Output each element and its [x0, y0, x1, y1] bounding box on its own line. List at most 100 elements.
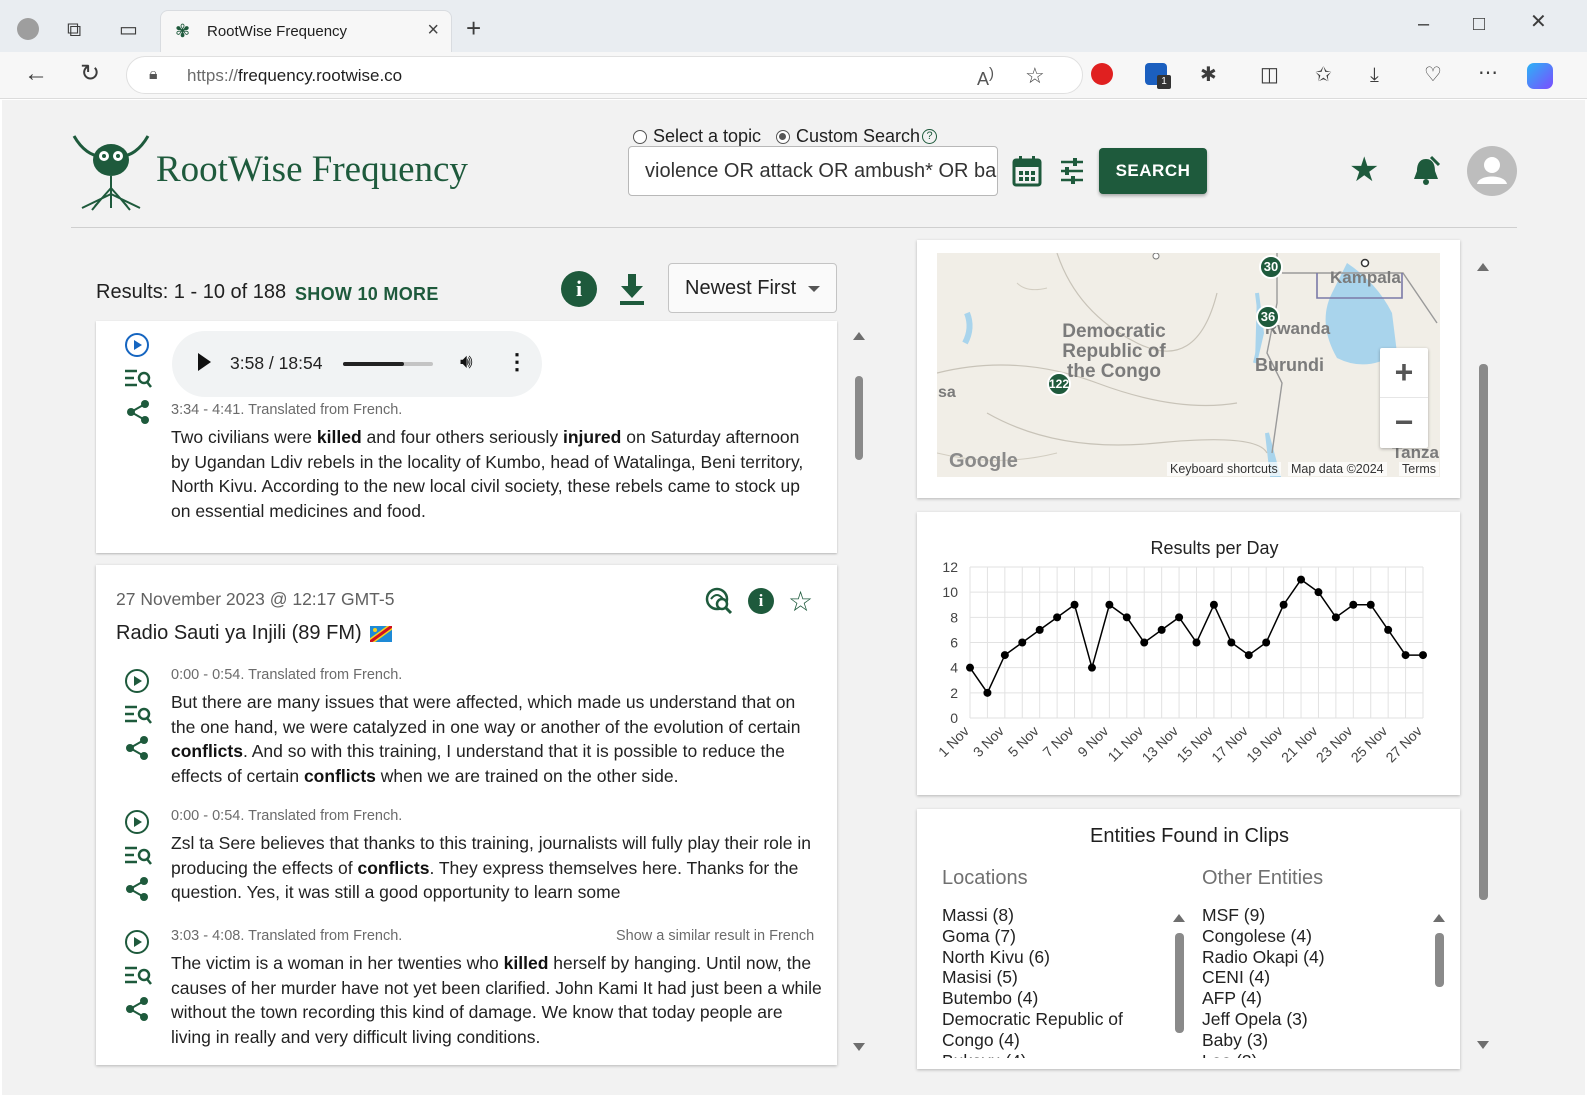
other-entity[interactable]: MSF (9) — [1202, 905, 1325, 926]
user-avatar[interactable] — [1467, 146, 1517, 196]
locations-scroll-up[interactable] — [1173, 914, 1185, 922]
audio-player[interactable]: 3:58 / 18:54 🔊︎ ⋮ — [172, 331, 542, 397]
results-scroll-down[interactable] — [853, 1043, 865, 1051]
location-entity[interactable]: Goma (7) — [942, 926, 1123, 947]
adblock-extension-icon[interactable] — [1091, 63, 1113, 85]
find-similar-icon[interactable] — [705, 587, 733, 615]
show-more-button[interactable]: SHOW 10 MORE — [295, 284, 439, 305]
results-scrollbar-thumb[interactable] — [855, 376, 863, 460]
clip-transcript: Zsl ta Sere believes that thanks to this… — [171, 833, 812, 903]
location-entity[interactable]: North Kivu (6) — [942, 947, 1123, 968]
downloads-icon[interactable]: ⤓ — [1370, 65, 1379, 85]
drc-flag-icon — [369, 625, 392, 642]
data-point — [1070, 600, 1079, 609]
transcript-search-icon[interactable] — [124, 704, 152, 726]
map-label-drc: Democratic Republic of the Congo — [1062, 321, 1166, 382]
workspaces-icon[interactable]: ⧉ — [67, 20, 81, 40]
more-menu-icon[interactable]: ⋯ — [1478, 63, 1498, 83]
transcript-search-icon[interactable] — [124, 845, 152, 867]
maximize-icon[interactable]: □ — [1473, 14, 1485, 34]
address-bar[interactable]: 🔒︎ https://frequency.rootwise.co A) ☆ — [126, 56, 1083, 94]
keyboard-shortcuts-link[interactable]: Keyboard shortcuts — [1167, 462, 1281, 476]
map-cluster-marker[interactable]: 30 — [1259, 255, 1283, 279]
favorite-star-icon[interactable]: ☆ — [1025, 63, 1045, 89]
new-tab-icon[interactable]: + — [466, 15, 481, 41]
map-cluster-marker[interactable]: 122 — [1047, 372, 1071, 396]
radio-select-topic[interactable]: Select a topic — [633, 126, 761, 147]
saved-star-icon[interactable]: ★ — [1349, 150, 1379, 190]
location-entity[interactable]: Congo (4) — [942, 1030, 1123, 1051]
active-tab[interactable]: ✾ RootWise Frequency × — [160, 10, 452, 52]
location-entity[interactable]: Bukavu (4) — [942, 1051, 1123, 1058]
share-icon[interactable] — [124, 876, 150, 902]
zoom-out-button[interactable]: − — [1380, 398, 1428, 448]
other-entity[interactable]: Congolese (4) — [1202, 926, 1325, 947]
results-scroll-up[interactable] — [853, 332, 865, 340]
read-aloud-icon[interactable]: A) — [977, 65, 994, 90]
help-icon[interactable]: ? — [922, 129, 938, 144]
zoom-in-button[interactable]: + — [1380, 348, 1428, 398]
info-icon[interactable]: i — [561, 271, 597, 307]
location-entity[interactable]: Butembo (4) — [942, 988, 1123, 1009]
similar-result-link[interactable]: Show a similar result in French — [616, 928, 814, 944]
password-extension-icon[interactable]: 1 — [1145, 63, 1171, 89]
location-entity[interactable]: Massi (8) — [942, 905, 1123, 926]
download-icon[interactable] — [618, 272, 646, 306]
location-entity[interactable]: Democratic Republic of — [942, 1009, 1123, 1030]
audio-play-icon[interactable] — [198, 353, 211, 371]
other-entity[interactable]: AFP (4) — [1202, 988, 1325, 1009]
back-icon[interactable]: ← — [24, 62, 48, 86]
map-view[interactable]: Democratic Republic of the Congo Kampala… — [937, 253, 1440, 477]
other-entity[interactable]: CENI (4) — [1202, 967, 1325, 988]
others-scrollbar-thumb[interactable] — [1435, 933, 1444, 987]
transcript-search-icon[interactable] — [124, 368, 152, 390]
share-icon[interactable] — [125, 399, 151, 425]
sidebar-scroll-up[interactable] — [1477, 263, 1489, 271]
other-entity[interactable]: Baby (3) — [1202, 1030, 1325, 1051]
card-info-icon[interactable]: i — [748, 588, 774, 614]
bookmark-star-icon[interactable]: ☆ — [788, 585, 813, 618]
sort-dropdown[interactable]: Newest First — [668, 263, 837, 313]
browser-essentials-icon[interactable]: ♡ — [1424, 65, 1442, 85]
other-entity[interactable]: Leo (3) — [1202, 1051, 1325, 1058]
map-cluster-marker[interactable]: 36 — [1256, 305, 1280, 329]
search-input[interactable]: violence OR attack OR ambush* OR ba — [628, 146, 998, 196]
refresh-icon[interactable]: ↻ — [80, 62, 100, 86]
extensions-icon[interactable]: ✱ — [1200, 65, 1217, 85]
radio-custom-search-dot[interactable] — [776, 129, 790, 144]
copilot-icon[interactable] — [1527, 63, 1553, 89]
radio-select-topic-dot[interactable] — [633, 129, 647, 144]
location-entity[interactable]: Masisi (5) — [942, 967, 1123, 988]
audio-progress-track[interactable] — [343, 362, 433, 366]
other-entity[interactable]: Radio Okapi (4) — [1202, 947, 1325, 968]
favorites-icon[interactable]: ✩ — [1315, 65, 1332, 85]
filter-settings-icon[interactable] — [1060, 158, 1084, 184]
sidebar-scrollbar-thumb[interactable] — [1479, 364, 1488, 900]
lock-icon[interactable]: 🔒︎ — [149, 66, 158, 84]
calendar-icon[interactable] — [1012, 155, 1042, 187]
radio-custom-search[interactable]: Custom Search ? — [776, 126, 938, 147]
y-tick-label: 0 — [950, 710, 958, 726]
share-icon[interactable] — [124, 735, 150, 761]
sidebar-scroll-down[interactable] — [1477, 1041, 1489, 1049]
play-clip-icon[interactable] — [124, 668, 150, 694]
audio-more-icon[interactable]: ⋮ — [506, 349, 528, 375]
close-window-icon[interactable]: ✕ — [1530, 12, 1547, 32]
profile-icon[interactable] — [17, 18, 39, 40]
close-tab-icon[interactable]: × — [427, 19, 439, 42]
tab-actions-icon[interactable]: ▭ — [119, 20, 138, 40]
share-icon[interactable] — [124, 996, 150, 1022]
transcript-search-icon[interactable] — [124, 965, 152, 987]
play-clip-icon[interactable] — [124, 809, 150, 835]
others-scroll-up[interactable] — [1433, 914, 1445, 922]
alerts-bell-icon[interactable] — [1411, 155, 1441, 187]
play-clip-icon[interactable] — [124, 929, 150, 955]
play-clip-icon[interactable] — [124, 332, 150, 358]
search-button[interactable]: SEARCH — [1099, 148, 1207, 194]
volume-icon[interactable]: 🔊︎ — [460, 351, 473, 374]
locations-scrollbar-thumb[interactable] — [1175, 933, 1184, 1033]
other-entity[interactable]: Jeff Opela (3) — [1202, 1009, 1325, 1030]
map-terms-link[interactable]: Terms — [1399, 462, 1440, 476]
minimize-icon[interactable]: – — [1418, 14, 1429, 34]
split-screen-icon[interactable]: ◫ — [1260, 65, 1279, 85]
